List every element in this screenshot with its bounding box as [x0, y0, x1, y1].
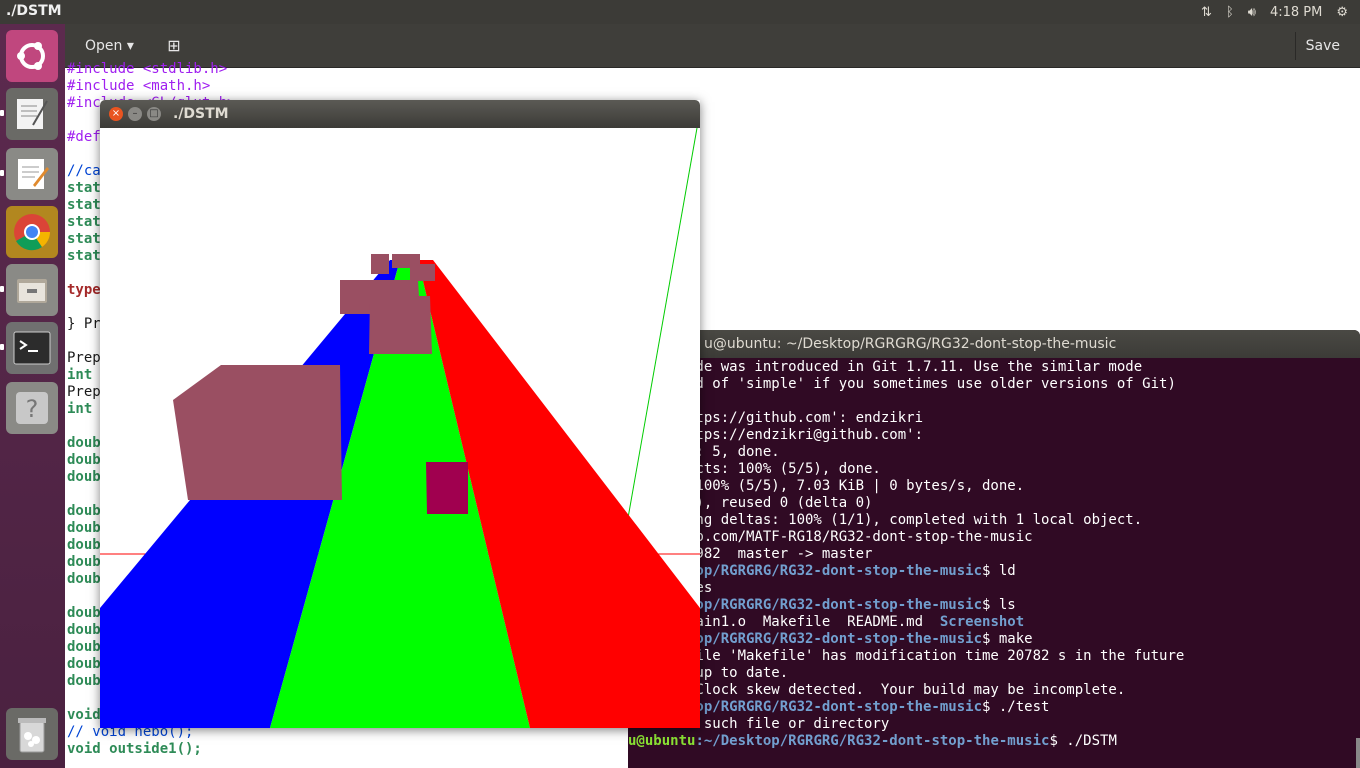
code-line: void [67, 707, 101, 723]
trash-icon[interactable] [6, 708, 58, 760]
minimize-icon[interactable]: – [128, 107, 142, 121]
code-line: stat [67, 231, 101, 247]
dstm-titlebar[interactable]: × – □ ./DSTM [100, 100, 700, 128]
running-indicator [0, 286, 4, 292]
terminal-text: $ ld [982, 563, 1016, 579]
terminal-line: rning: File 'Makefile' has modification … [628, 648, 1184, 665]
code-line: doub [67, 554, 101, 570]
terminal-window[interactable]: u@ubuntu: ~/Desktop/RGRGRG/RG32-dont-sto… [628, 330, 1360, 768]
terminal-line: rning: Clock skew detected. Your build m… [628, 682, 1125, 699]
gedit-icon[interactable] [6, 148, 58, 200]
code-line: doub [67, 571, 101, 587]
code-line: stat [67, 180, 101, 196]
terminal-line: ' instead of 'simple' if you sometimes u… [628, 376, 1176, 393]
volume-icon[interactable]: 🔊︎ [1248, 5, 1256, 20]
obstacle-block [371, 254, 389, 274]
running-indicator [0, 170, 4, 176]
bluetooth-icon[interactable]: ᛒ [1226, 5, 1234, 20]
terminal-output[interactable]: mple' mode was introduced in Git 1.7.11.… [628, 358, 1360, 768]
code-line: doub [67, 520, 101, 536]
gedit-headerbar: Open ▾ ⊞ Save [65, 24, 1360, 68]
code-line: type [67, 282, 101, 298]
terminal-text: u@ubuntu [628, 733, 696, 749]
code-line: #include <math.h> [67, 78, 211, 94]
code-line: doub [67, 435, 101, 451]
gear-icon[interactable]: ⚙ [1336, 5, 1348, 20]
active-app-title: ./DSTM [6, 3, 62, 19]
terminal-line: mple' mode was introduced in Git 1.7.11.… [628, 359, 1142, 376]
code-line: doub [67, 639, 101, 655]
terminal-line: u@ubuntu:~/Desktop/RGRGRG/RG32-dont-stop… [628, 733, 1117, 750]
top-panel: ./DSTM ⇅ ᛒ 🔊︎ 4:18 PM ⚙ [0, 0, 1360, 24]
obstacle-block [369, 296, 432, 354]
code-line: void outside1(); [67, 741, 202, 757]
svg-text:?: ? [26, 395, 39, 423]
terminal-text: $ ./test [982, 699, 1050, 715]
code-line: doub [67, 656, 101, 672]
text-editor-notes-icon[interactable] [6, 88, 58, 140]
terminal-text: rning: File 'Makefile' has modification … [628, 648, 1185, 664]
code-line: doub [67, 605, 101, 621]
code-line: } Pr [67, 316, 101, 332]
obstacle-block [173, 365, 342, 500]
code-line: //ca [67, 163, 101, 179]
code-line: doub [67, 503, 101, 519]
terminal-text: ' instead of 'simple' if you sometimes u… [628, 376, 1176, 392]
help-icon[interactable]: ? [6, 382, 58, 434]
open-button[interactable]: Open ▾ [75, 32, 144, 60]
running-indicator [0, 110, 4, 116]
indicator-area: ⇅ ᛒ 🔊︎ 4:18 PM ⚙ [1201, 0, 1360, 24]
code-line: doub [67, 452, 101, 468]
running-indicator [0, 344, 4, 350]
save-button[interactable]: Save [1294, 32, 1350, 60]
dstm-window[interactable]: × – □ ./DSTM [100, 100, 700, 728]
close-icon[interactable]: × [109, 107, 123, 121]
code-line: doub [67, 537, 101, 553]
obstacle-block [410, 264, 435, 281]
terminal-title: u@ubuntu: ~/Desktop/RGRGRG/RG32-dont-sto… [704, 336, 1117, 352]
terminal-text: Screenshot [939, 614, 1025, 630]
terminal-line: Resolving deltas: 100% (1/1), completed … [628, 512, 1142, 529]
code-line: stat [67, 197, 101, 213]
code-line: doub [67, 622, 101, 638]
code-line: #def [67, 129, 101, 145]
code-line: int [67, 367, 101, 383]
launcher: ? [0, 24, 65, 768]
dstm-title: ./DSTM [173, 106, 229, 122]
game-scene[interactable] [100, 128, 700, 728]
code-line: Prep [67, 384, 101, 400]
chrome-icon[interactable] [6, 206, 58, 258]
terminal-text: $ ls [982, 597, 1016, 613]
code-line: doub [67, 673, 101, 689]
code-line: stat [67, 214, 101, 230]
terminal-titlebar[interactable]: u@ubuntu: ~/Desktop/RGRGRG/RG32-dont-sto… [628, 330, 1360, 358]
network-icon[interactable]: ⇅ [1201, 5, 1212, 20]
code-line: int [67, 401, 101, 417]
terminal-text: rning: Clock skew detected. Your build m… [628, 682, 1126, 698]
chevron-down-icon: ▾ [126, 38, 134, 54]
code-line: #include <stdlib.h> [67, 61, 228, 77]
maximize-icon[interactable]: □ [147, 107, 161, 121]
terminal-icon[interactable] [6, 322, 58, 374]
clock[interactable]: 4:18 PM [1270, 5, 1322, 20]
terminal-scrollbar[interactable] [1356, 738, 1360, 768]
code-line: doub [67, 469, 101, 485]
ubuntu-dash-icon[interactable] [6, 30, 58, 82]
obstacle-small [426, 462, 468, 514]
open-button-label: Open [85, 38, 123, 54]
new-document-icon[interactable]: ⊞ [160, 32, 188, 60]
code-line: Prep [67, 350, 101, 366]
terminal-text: Resolving deltas: 100% (1/1), completed … [628, 512, 1143, 528]
terminal-text: :~/Desktop/RGRGRG/RG32-dont-stop-the-mus… [695, 733, 1050, 749]
terminal-text: $ make [982, 631, 1033, 647]
files-icon[interactable] [6, 264, 58, 316]
terminal-text: mple' mode was introduced in Git 1.7.11.… [628, 359, 1143, 375]
code-line: stat [67, 248, 101, 264]
terminal-text: $ ./DSTM [1049, 733, 1117, 749]
